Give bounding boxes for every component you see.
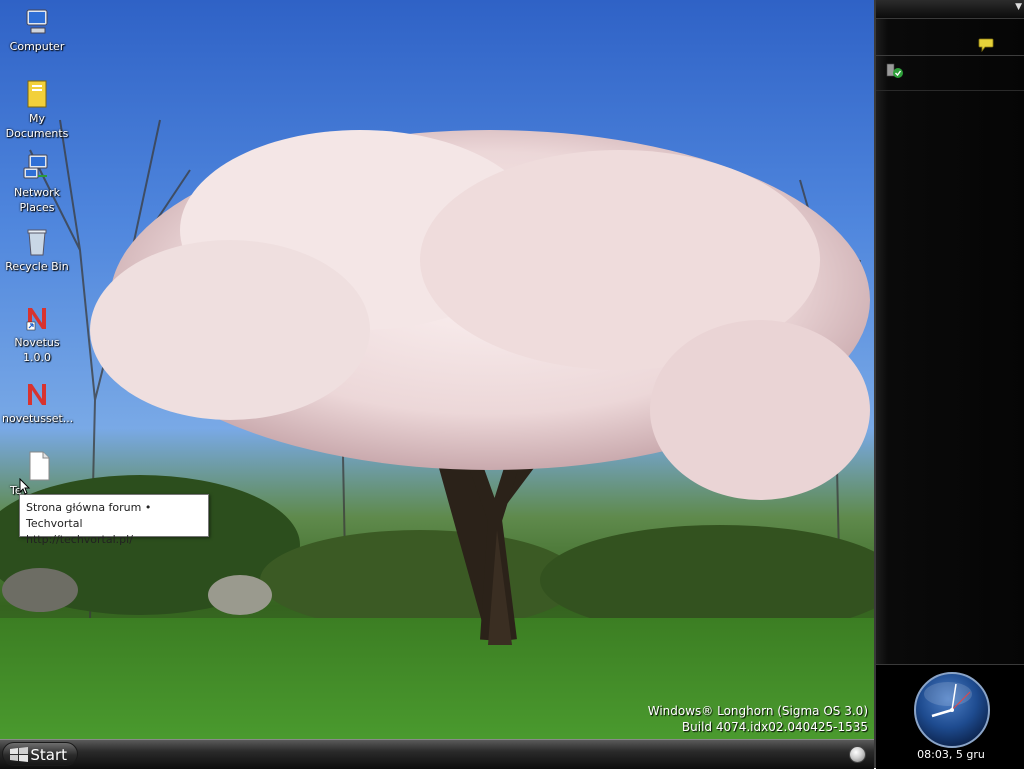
- start-label: Start: [30, 746, 67, 764]
- desktop-icon-my-documents[interactable]: My Documents: [2, 78, 72, 141]
- novetus-setup-icon: [28, 384, 46, 405]
- desktop-icon-label: Network Places: [14, 186, 60, 214]
- desktop-icon-label: Novetus 1.0.0: [14, 336, 60, 364]
- desktop-icon-novetusset[interactable]: novetusset...: [2, 378, 74, 426]
- watermark-build: Build 4074.idx02.040425-1535: [681, 720, 868, 734]
- recycle-bin-icon: [27, 229, 47, 256]
- build-watermark: Windows® Longhorn (Sigma OS 3.0) Build 4…: [648, 703, 868, 735]
- clock-date-time: 08:03, 5 gru: [917, 748, 985, 761]
- analog-clock-icon: [914, 672, 990, 748]
- network-icon: [23, 154, 48, 179]
- chat-bubble-icon[interactable]: [978, 38, 994, 52]
- desktop-icon-novetus[interactable]: Novetus 1.0.0: [2, 302, 72, 365]
- windows-logo-icon: [10, 747, 28, 762]
- computer-icon: [26, 9, 48, 34]
- desktop-icon-techvortal-shortcut[interactable]: Te: [2, 450, 72, 498]
- sidebar-security-panel: [876, 56, 1024, 91]
- tooltip-url: http://techvortal.pl/: [26, 533, 133, 546]
- sidebar-menu-chevron-icon[interactable]: ▼: [1015, 2, 1022, 12]
- desktop[interactable]: Computer My Documents Network Places Rec…: [0, 0, 874, 739]
- clock-gadget[interactable]: 08:03, 5 gru: [876, 664, 1024, 769]
- wallpaper: [0, 119, 874, 739]
- novetus-app-icon: [26, 308, 46, 331]
- shortcut-tooltip: Strona główna forum • Techvortal http://…: [19, 494, 209, 546]
- taskbar[interactable]: Start: [0, 739, 874, 769]
- start-button[interactable]: Start: [2, 742, 78, 766]
- desktop-icon-label: My Documents: [5, 112, 69, 140]
- desktop-icon-label: Recycle Bin: [5, 260, 69, 273]
- mouse-cursor-icon: [19, 478, 31, 495]
- watermark-edition: Windows® Longhorn (Sigma OS 3.0): [647, 704, 868, 718]
- desktop-icon-label: novetusset...: [2, 412, 74, 425]
- desktop-icon-computer[interactable]: Computer: [2, 6, 72, 54]
- sidebar-notification-panel: [876, 19, 1024, 56]
- security-check-icon[interactable]: [886, 63, 904, 79]
- tooltip-title: Strona główna forum • Techvortal: [26, 501, 152, 530]
- documents-folder-icon: [27, 80, 47, 108]
- desktop-icon-label: Computer: [9, 40, 65, 53]
- sidebar-header: ▼: [876, 0, 1024, 19]
- desktop-icon-network-places[interactable]: Network Places: [2, 152, 72, 215]
- desktop-icon-recycle-bin[interactable]: Recycle Bin: [2, 226, 72, 274]
- tray-orb-button[interactable]: [849, 746, 866, 763]
- sidebar[interactable]: ▼ 08:03, 5 gru: [874, 0, 1024, 769]
